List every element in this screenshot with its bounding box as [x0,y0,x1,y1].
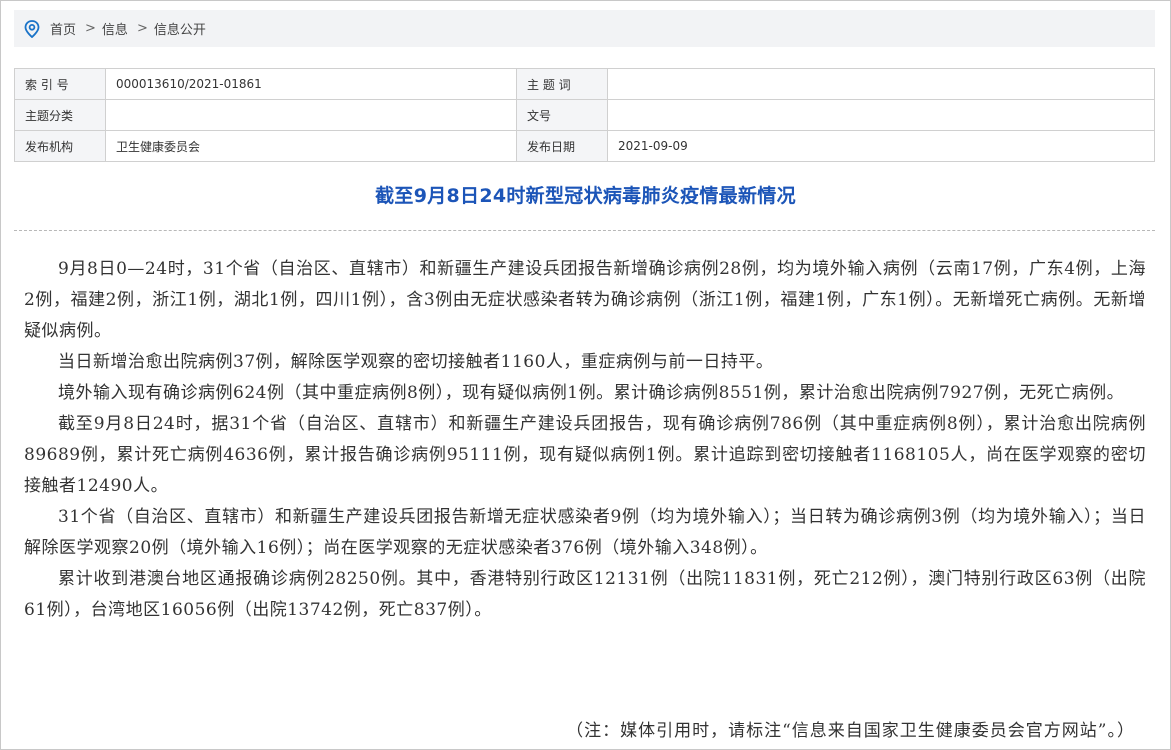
title-divider [14,230,1155,231]
breadcrumb: 首页 > 信息 > 信息公开 [14,10,1155,47]
date-value: 2021-09-09 [607,130,1155,162]
paragraph: 31个省（自治区、直辖市）和新疆生产建设兵团报告新增无症状感染者9例（均为境外输… [24,507,1146,558]
docno-value [607,99,1155,131]
category-value [105,99,517,131]
paragraph: 当日新增治愈出院病例37例，解除医学观察的密切接触者1160人，重症病例与前一日… [58,352,774,372]
table-row: 索 引 号 000013610/2021-01861 主 题 词 [14,68,1155,100]
docno-label: 文号 [516,99,608,131]
paragraph: 9月8日0—24时，31个省（自治区、直辖市）和新疆生产建设兵团报告新增确诊病例… [24,259,1146,341]
table-row: 主题分类 文号 [14,99,1155,131]
article-title: 截至9月8日24时新型冠状病毒肺炎疫情最新情况 [375,185,796,207]
breadcrumb-separator: > [85,21,96,36]
table-row: 发布机构 卫生健康委员会 发布日期 2021-09-09 [14,130,1155,162]
date-label: 发布日期 [516,130,608,162]
paragraph: 境外输入现有确诊病例624例（其中重症病例8例），现有疑似病例1例。累计确诊病例… [58,383,1125,403]
location-pin-icon [24,19,40,38]
metadata-table: 索 引 号 000013610/2021-01861 主 题 词 主题分类 文号… [14,68,1155,162]
breadcrumb-info[interactable]: 信息 [102,19,128,38]
index-value: 000013610/2021-01861 [105,68,517,100]
publisher-label: 发布机构 [14,130,106,162]
publisher-value: 卫生健康委员会 [105,130,517,162]
keyword-value [607,68,1155,100]
breadcrumb-separator: > [136,21,148,36]
citation-note: （注：媒体引用时，请标注“信息来自国家卫生健康委员会官方网站”。） [566,721,1135,741]
index-label: 索 引 号 [14,68,106,100]
keyword-label: 主 题 词 [516,68,608,100]
breadcrumb-info-public[interactable]: 信息公开 [154,19,206,38]
category-label: 主题分类 [14,99,106,131]
article-body: 9月8日0—24时，31个省（自治区、直辖市）和新疆生产建设兵团报告新增确诊病例… [24,254,1146,626]
breadcrumb-home[interactable]: 首页 [50,19,76,38]
paragraph: 截至9月8日24时，据31个省（自治区、直辖市）和新疆生产建设兵团报告，现有确诊… [24,414,1146,496]
paragraph: 累计收到港澳台地区通报确诊病例28250例。其中，香港特别行政区12131例（出… [24,569,1146,620]
